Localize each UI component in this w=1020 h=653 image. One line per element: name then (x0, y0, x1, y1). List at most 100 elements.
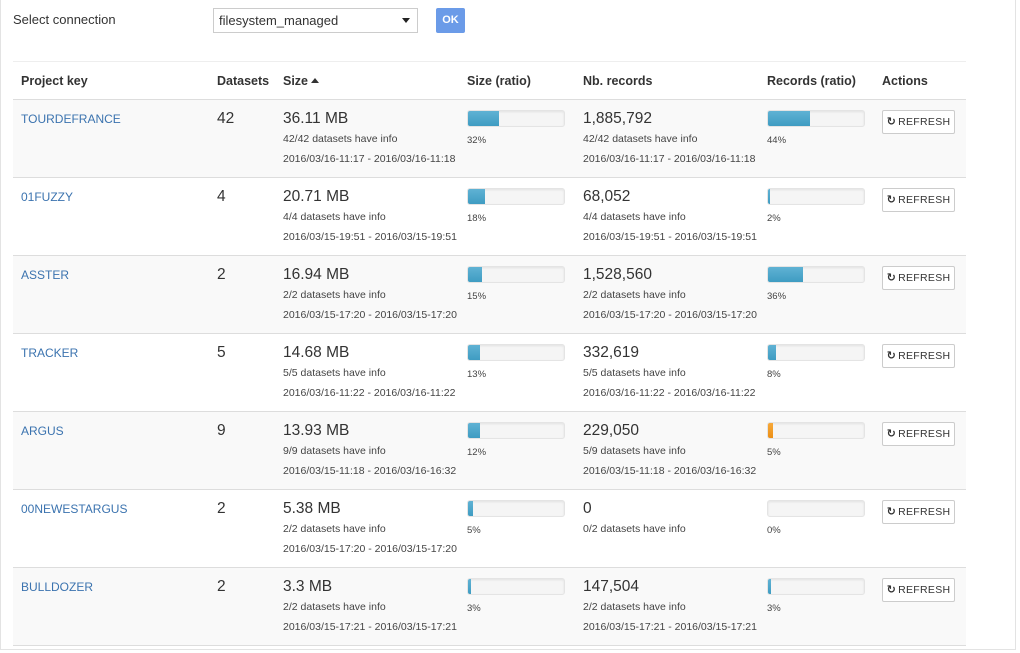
project-key-link[interactable]: BULLDOZER (21, 580, 209, 594)
records-value: 229,050 (583, 422, 640, 439)
cell-records-ratio: 44% (759, 99, 874, 178)
records-value: 1,885,792 (583, 110, 652, 127)
cell-size: 20.71 MB 4/4 datasets have info 2016/03/15… (275, 177, 459, 256)
column-header-nb-records[interactable]: Nb. records (575, 61, 759, 100)
refresh-button[interactable]: ↻ REFRESH (882, 422, 955, 446)
refresh-button[interactable]: ↻ REFRESH (882, 500, 955, 524)
records-ratio-fill (768, 423, 773, 438)
records-info: 2/2 datasets have info (583, 289, 686, 301)
records-dates: 2016/03/16-11:22 - 2016/03/16-11:22 (583, 387, 756, 399)
records-info: 5/9 datasets have info (583, 445, 686, 457)
cell-size-ratio: 13% (459, 333, 575, 412)
size-ratio-bar (467, 188, 565, 205)
size-dates: 2016/03/16-11:22 - 2016/03/16-11:22 (283, 387, 456, 399)
size-value: 20.71 MB (283, 188, 350, 205)
size-ratio-label: 13% (467, 369, 487, 380)
project-key-link[interactable]: 01FUZZY (21, 190, 209, 204)
cell-size: 5.38 MB 2/2 datasets have info 2016/03/15-… (275, 489, 459, 568)
refresh-button-label: REFRESH (898, 116, 951, 128)
table-row: 00NEWESTARGUS 2 5.38 MB 2/2 datasets have i… (13, 489, 966, 568)
column-header-label: Project key (21, 73, 88, 88)
column-header-size[interactable]: Size (275, 61, 459, 100)
size-ratio-label: 3% (467, 603, 481, 614)
records-info: 42/42 datasets have info (583, 133, 698, 145)
size-value: 5.38 MB (283, 500, 341, 517)
size-ratio-bar (467, 500, 565, 517)
refresh-button-label: REFRESH (898, 428, 951, 440)
size-ratio-bar (467, 110, 565, 127)
records-ratio-fill (768, 189, 770, 204)
size-value: 13.93 MB (283, 422, 350, 439)
project-key-link[interactable]: ASSTER (21, 268, 209, 282)
column-header-label: Size (283, 73, 309, 88)
column-header-label: Actions (882, 73, 928, 88)
records-dates: 2016/03/15-17:21 - 2016/03/15-17:21 (583, 621, 757, 633)
records-ratio-label: 36% (767, 291, 787, 302)
cell-size: 3.3 MB 2/2 datasets have info 2016/03/15-1… (275, 567, 459, 646)
refresh-button[interactable]: ↻ REFRESH (882, 578, 955, 602)
records-value: 0 (583, 500, 592, 517)
size-value: 16.94 MB (283, 266, 350, 283)
table-row: TRACKER 5 14.68 MB 5/5 datasets have info 20… (13, 333, 966, 412)
records-ratio-label: 5% (767, 447, 781, 458)
column-header-records-ratio[interactable]: Records (ratio) (759, 61, 874, 100)
records-ratio-label: 44% (767, 135, 787, 146)
project-key-link[interactable]: TOURDEFRANCE (21, 112, 209, 126)
size-ratio-bar (467, 344, 565, 361)
refresh-button-label: REFRESH (898, 506, 951, 518)
column-header-label: Records (ratio) (767, 73, 856, 88)
cell-records-ratio: 5% (759, 411, 874, 490)
table-row: 01FUZZY 4 20.71 MB 4/4 datasets have info 20… (13, 177, 966, 256)
refresh-button-label: REFRESH (898, 272, 951, 284)
cell-size-ratio: 12% (459, 411, 575, 490)
records-dates: 2016/03/15-11:18 - 2016/03/16-16:32 (583, 465, 757, 477)
records-info: 0/2 datasets have info (583, 523, 686, 535)
cell-records-ratio: 36% (759, 255, 874, 334)
project-key-link[interactable]: ARGUS (21, 424, 209, 438)
size-info: 9/9 datasets have info (283, 445, 386, 457)
size-info: 42/42 datasets have info (283, 133, 398, 145)
size-ratio-fill (468, 345, 481, 360)
size-dates: 2016/03/15-19:51 - 2016/03/15-19:51 (283, 231, 457, 243)
records-ratio-fill (768, 267, 803, 282)
refresh-button[interactable]: ↻ REFRESH (882, 188, 955, 212)
datasets-count: 4 (217, 188, 226, 205)
column-header-project-key[interactable]: Project key (13, 61, 209, 100)
column-header-size-ratio[interactable]: Size (ratio) (459, 61, 575, 100)
size-info: 2/2 datasets have info (283, 523, 386, 535)
size-ratio-bar (467, 422, 565, 439)
table-row: ASSTER 2 16.94 MB 2/2 datasets have info 201… (13, 255, 966, 334)
cell-actions: ↻ REFRESH (874, 333, 966, 412)
cell-project-key: BULLDOZER (13, 567, 209, 646)
refresh-button[interactable]: ↻ REFRESH (882, 344, 955, 368)
size-dates: 2016/03/15-17:21 - 2016/03/15-17:21 (283, 621, 457, 633)
size-ratio-bar (467, 578, 565, 595)
cell-size-ratio: 15% (459, 255, 575, 334)
size-ratio-label: 15% (467, 291, 487, 302)
cell-datasets: 5 (209, 333, 275, 412)
size-value: 36.11 MB (283, 110, 349, 127)
project-key-link[interactable]: TRACKER (21, 346, 209, 360)
select-connection-label: Select connection (13, 12, 116, 27)
project-key-link[interactable]: 00NEWESTARGUS (21, 502, 209, 516)
records-info: 5/5 datasets have info (583, 367, 686, 379)
size-dates: 2016/03/15-17:20 - 2016/03/15-17:20 (283, 309, 457, 321)
cell-actions: ↻ REFRESH (874, 255, 966, 334)
size-info: 5/5 datasets have info (283, 367, 386, 379)
refresh-button[interactable]: ↻ REFRESH (882, 266, 955, 290)
refresh-button[interactable]: ↻ REFRESH (882, 110, 955, 134)
refresh-icon: ↻ (886, 194, 897, 206)
cell-project-key: TOURDEFRANCE (13, 99, 209, 178)
connection-select[interactable]: filesystem_managed (213, 8, 418, 33)
records-ratio-label: 2% (767, 213, 781, 224)
records-dates: 2016/03/16-11:17 - 2016/03/16-11:18 (583, 153, 756, 165)
datasets-count: 2 (217, 266, 226, 283)
cell-project-key: ARGUS (13, 411, 209, 490)
ok-button[interactable]: OK (436, 8, 465, 33)
datasets-count: 5 (217, 344, 226, 361)
size-ratio-fill (468, 111, 499, 126)
size-ratio-fill (468, 189, 486, 204)
datasets-count: 42 (217, 110, 235, 127)
column-header-datasets[interactable]: Datasets (209, 61, 275, 100)
table-header-row: Project key Datasets Size Size (ratio) N… (13, 61, 966, 100)
